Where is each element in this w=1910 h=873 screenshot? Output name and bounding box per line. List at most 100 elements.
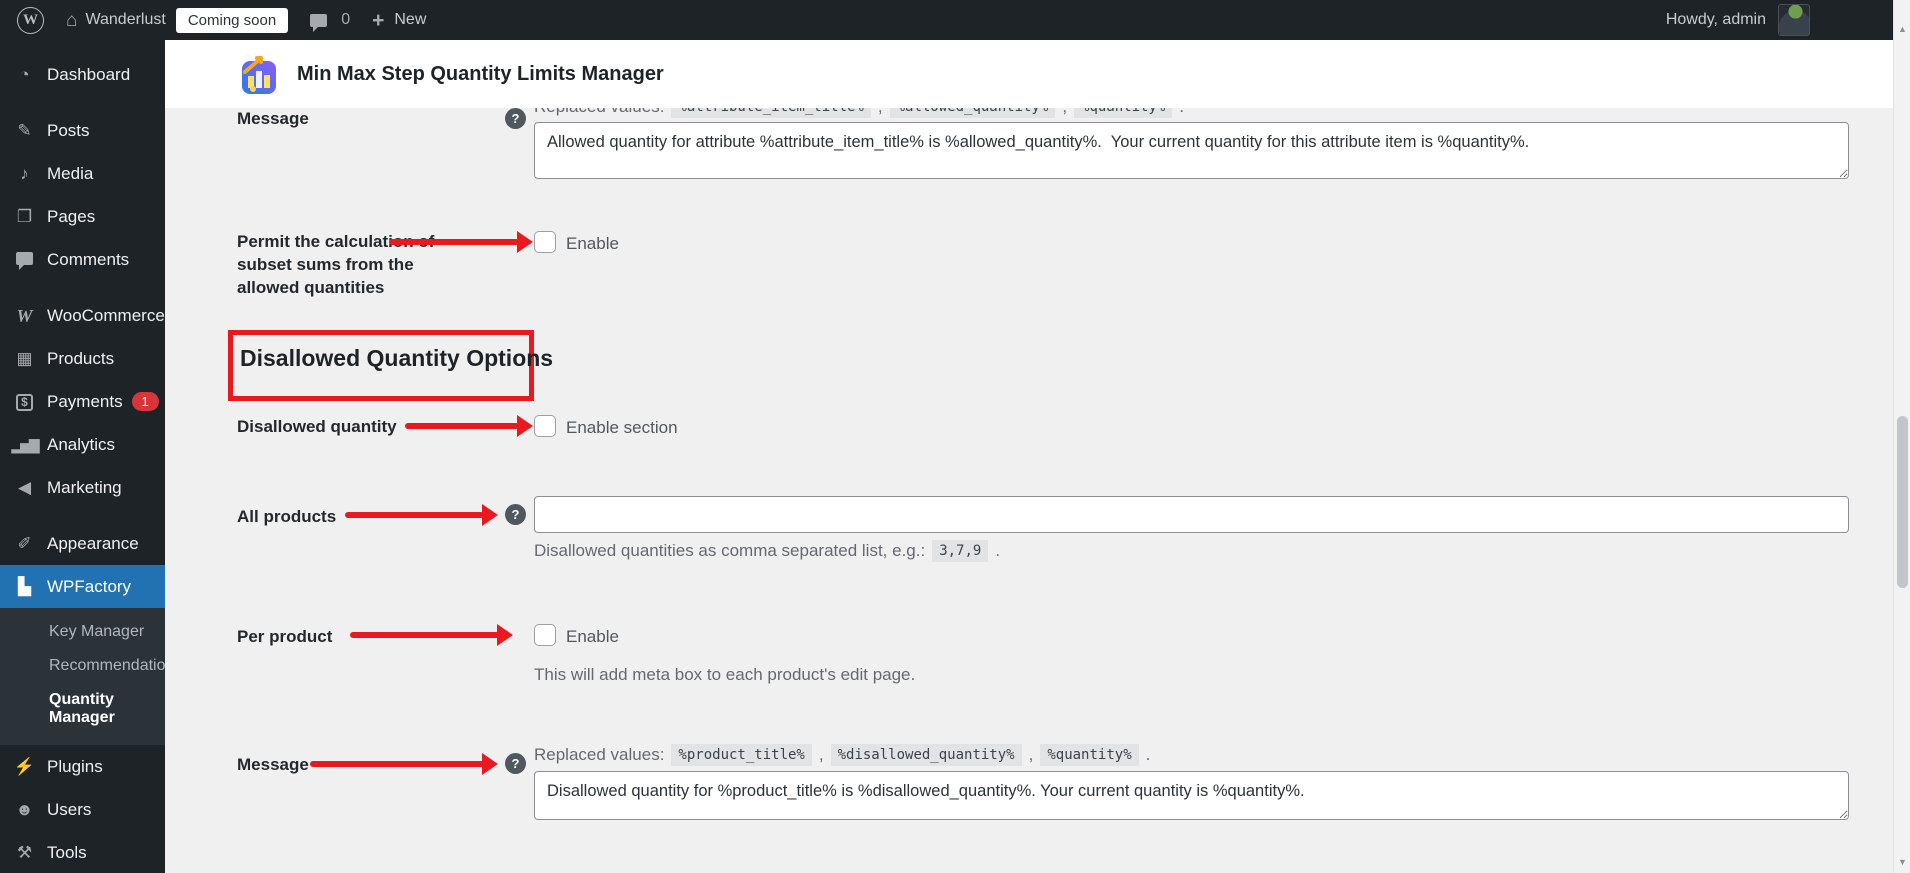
plus-icon: +: [372, 8, 385, 32]
sidebar-label: Analytics: [47, 434, 116, 454]
replaced-values-line-bottom: Replaced values: %product_title% , %disa…: [534, 744, 1150, 766]
separator: ,: [818, 745, 824, 764]
comment-bubble-icon: [310, 13, 328, 32]
field-label-all-products: All products: [237, 507, 337, 526]
replaced-values-line-top: Replaced values: %attribute_item_title% …: [534, 108, 1184, 120]
sidebar-label: Payments: [47, 391, 123, 411]
sidebar-item-media[interactable]: ♪ Media: [0, 152, 165, 195]
sidebar-item-appearance[interactable]: ✐ Appearance: [0, 522, 165, 565]
home-icon: ⌂: [66, 9, 78, 31]
submenu-item-recommendations[interactable]: Recommendations: [0, 649, 165, 683]
woocommerce-icon: W: [16, 305, 33, 326]
sidebar-item-users[interactable]: ☻ Users: [0, 788, 165, 831]
description-text: Disallowed quantities as comma separated…: [534, 541, 926, 560]
site-name: Wanderlust: [85, 11, 166, 28]
code-token: %product_title%: [671, 744, 812, 766]
bar-chart-icon: ▂▅▇: [11, 436, 39, 453]
separator: ,: [878, 108, 883, 117]
checkbox-label: Enable section: [566, 418, 678, 437]
annotation-arrow: [350, 624, 513, 646]
sidebar-label: Users: [47, 799, 92, 819]
sidebar-item-marketing[interactable]: ◀ Marketing: [0, 466, 165, 509]
annotation-arrow: [345, 504, 498, 526]
all-products-quantities-input[interactable]: [534, 496, 1849, 533]
help-icon[interactable]: ?: [505, 753, 526, 774]
plugin-icon: [242, 56, 276, 94]
comments-bubble-icon: [11, 251, 38, 270]
howdy-admin-link[interactable]: Howdy, admin: [1666, 11, 1766, 29]
sidebar-item-payments[interactable]: $ Payments 1: [0, 380, 165, 423]
sidebar-item-pages[interactable]: ❐ Pages: [0, 195, 165, 238]
help-icon[interactable]: ?: [505, 504, 526, 525]
sidebar-item-analytics[interactable]: ▂▅▇ Analytics: [0, 423, 165, 466]
admin-bar: W ⌂ Wanderlust Coming soon 0 + New Howdy…: [0, 0, 1893, 40]
page-scrollbar[interactable]: ▲ ▼: [1893, 0, 1910, 873]
scroll-up-icon[interactable]: ▲: [1894, 24, 1910, 34]
field-label-message-top: Message: [237, 109, 309, 128]
message-textarea-attribute[interactable]: Allowed quantity for attribute %attribut…: [534, 122, 1849, 179]
sidebar-item-posts[interactable]: ✎ Posts: [0, 109, 165, 152]
sidebar-item-products[interactable]: ▦ Products: [0, 337, 165, 380]
sidebar-label: Comments: [47, 249, 130, 269]
per-product-description: This will add meta box to each product's…: [534, 665, 915, 685]
field-label-message-bottom: Message: [237, 755, 309, 774]
message-textarea-disallowed[interactable]: Disallowed quantity for %product_title% …: [534, 771, 1849, 820]
code-token: %quantity%: [1040, 744, 1139, 766]
site-name-link[interactable]: ⌂ Wanderlust Coming soon: [55, 0, 299, 40]
sidebar-label: Marketing: [47, 477, 122, 497]
tools-wrench-icon: ⚒: [16, 843, 33, 862]
field-label-per-product: Per product: [237, 627, 333, 646]
wordpress-logo-icon: W: [17, 6, 44, 34]
all-products-description: Disallowed quantities as comma separated…: [534, 540, 1000, 562]
section-heading-disallowed: Disallowed Quantity Options: [240, 345, 554, 371]
settings-panel: Message ? Replaced values: %attribute_it…: [165, 108, 1893, 873]
plugin-plug-icon: ⚡: [13, 757, 36, 776]
annotation-arrow: [405, 415, 533, 437]
sidebar-item-dashboard[interactable]: ◔ Dashboard: [0, 53, 165, 96]
annotation-arrow: [389, 231, 533, 253]
subset-sums-checkbox[interactable]: [534, 231, 556, 253]
code-token: %quantity%: [1074, 108, 1173, 118]
submenu-item-quantity-manager[interactable]: Quantity Manager: [0, 683, 165, 735]
coming-soon-badge: Coming soon: [175, 7, 289, 33]
pin-icon: ✎: [17, 121, 32, 140]
separator: .: [1145, 745, 1151, 764]
wpfactory-submenu: Key Manager Recommendations Quantity Man…: [0, 608, 165, 745]
avatar[interactable]: [1778, 4, 1810, 36]
field-label-disallowed-quantity: Disallowed quantity: [237, 417, 397, 436]
comments-count: 0: [341, 11, 351, 28]
sidebar-item-plugins[interactable]: ⚡ Plugins: [0, 745, 165, 788]
payments-card-icon: $: [11, 392, 38, 411]
sidebar-label: WooCommerce: [47, 305, 165, 325]
sidebar-label: WPFactory: [47, 576, 132, 596]
sidebar-item-comments[interactable]: Comments: [0, 238, 165, 281]
sidebar-label: Pages: [47, 206, 96, 226]
scrollbar-thumb[interactable]: [1897, 416, 1908, 588]
sidebar-item-woocommerce[interactable]: W WooCommerce: [0, 294, 165, 337]
plugin-header: Min Max Step Quantity Limits Manager: [165, 40, 1893, 108]
scroll-down-icon[interactable]: ▼: [1894, 857, 1910, 867]
code-token: %allowed_quantity%: [889, 108, 1056, 118]
new-content-menu[interactable]: + New: [361, 0, 437, 40]
sidebar-label: Dashboard: [47, 64, 131, 84]
sidebar-label: Media: [47, 163, 94, 183]
separator: .: [995, 541, 1001, 560]
replaced-values-prefix: Replaced values:: [534, 108, 664, 117]
sidebar-item-wpfactory[interactable]: ▙ WPFactory: [0, 565, 165, 608]
annotation-arrow: [310, 753, 498, 775]
dashboard-icon: ◔: [19, 65, 30, 84]
wordpress-admin-page: W ⌂ Wanderlust Coming soon 0 + New Howdy…: [0, 0, 1910, 873]
comments-shortcut[interactable]: 0: [299, 0, 361, 40]
code-token: %disallowed_quantity%: [830, 744, 1022, 766]
payments-count-badge: 1: [131, 392, 159, 411]
sidebar-item-tools[interactable]: ⚒ Tools: [0, 831, 165, 873]
code-token: 3,7,9: [932, 540, 989, 562]
wp-logo-menu[interactable]: W: [0, 0, 55, 40]
products-box-icon: ▦: [16, 349, 33, 368]
sidebar-label: Posts: [47, 120, 90, 140]
submenu-item-key-manager[interactable]: Key Manager: [0, 615, 165, 649]
help-icon[interactable]: ?: [505, 108, 526, 129]
disallowed-section-checkbox[interactable]: [534, 415, 556, 437]
per-product-checkbox[interactable]: [534, 624, 556, 646]
separator: ,: [1028, 745, 1034, 764]
